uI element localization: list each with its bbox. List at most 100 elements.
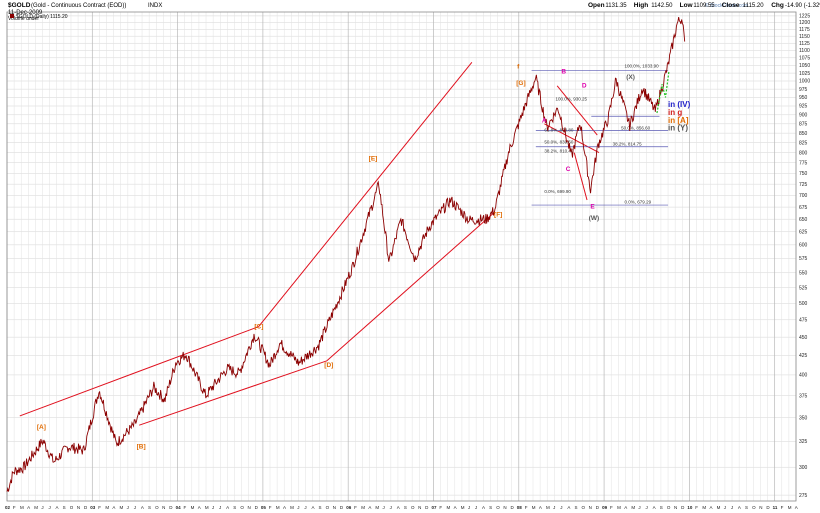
x-month-label: N	[759, 505, 762, 510]
wave-label: [C]	[254, 324, 263, 331]
y-tick-label: 1125	[799, 41, 810, 47]
wave-label: E	[590, 204, 595, 211]
x-month-label: F	[184, 505, 187, 510]
x-year-label: 03	[90, 505, 96, 510]
ohlc-value: 1131.35	[605, 3, 627, 9]
x-month-label: M	[361, 505, 365, 510]
y-tick-label: 525	[799, 285, 808, 291]
x-month-label: S	[745, 505, 748, 510]
x-month-label: M	[617, 505, 621, 510]
y-tick-label: 575	[799, 256, 808, 262]
x-month-label: A	[624, 505, 627, 510]
gold-price-chart: $GOLD (Gold - Continuous Contract (EOD))…	[0, 0, 820, 513]
ohlc-value: 1142.50	[651, 3, 673, 9]
x-month-label: J	[134, 505, 136, 510]
x-month-label: M	[120, 505, 124, 510]
legend-swatch	[10, 14, 14, 18]
x-month-label: A	[27, 505, 30, 510]
x-month-label: N	[674, 505, 677, 510]
x-year-label: 08	[517, 505, 523, 510]
x-month-label: A	[198, 505, 201, 510]
y-tick-label: 1150	[799, 34, 810, 40]
x-month-label: A	[283, 505, 286, 510]
x-month-label: M	[34, 505, 38, 510]
x-month-label: A	[539, 505, 542, 510]
y-tick-label: 725	[799, 182, 808, 188]
wave-label: [B]	[137, 444, 146, 451]
y-tick-label: 850	[799, 131, 808, 137]
y-tick-label: 700	[799, 193, 808, 199]
x-month-label: J	[212, 505, 214, 510]
x-month-label: J	[127, 505, 129, 510]
x-month-label: A	[311, 505, 314, 510]
y-tick-label: 325	[799, 439, 808, 445]
x-year-label: 11	[773, 505, 778, 510]
y-tick-label: 475	[799, 317, 808, 323]
x-month-label: F	[610, 505, 613, 510]
x-month-label: M	[447, 505, 451, 510]
ohlc-readout: Open 1131.35 High 1142.50 Low 1109.55 Close 111…	[588, 2, 820, 9]
x-month-label: J	[48, 505, 50, 510]
y-tick-label: 625	[799, 229, 808, 235]
y-tick-label: 875	[799, 122, 808, 128]
x-month-label: F	[354, 505, 357, 510]
x-month-label: M	[788, 505, 792, 510]
x-month-label: M	[461, 505, 465, 510]
x-year-label: 05	[261, 505, 267, 510]
x-month-label: M	[205, 505, 209, 510]
y-tick-label: 1225	[799, 14, 810, 20]
x-month-label: S	[319, 505, 322, 510]
x-month-label: O	[326, 505, 330, 510]
x-month-label: F	[98, 505, 101, 510]
y-tick-label: 1025	[799, 71, 810, 77]
x-month-label: J	[304, 505, 306, 510]
fib-label: 61.8%, 868.80	[544, 127, 574, 132]
y-tick-label: 1000	[799, 79, 810, 85]
x-month-label: S	[660, 505, 663, 510]
x-month-label: A	[56, 505, 59, 510]
fib-label: 50.0%, 856.60	[621, 125, 651, 130]
wave-label: in (Y)	[668, 124, 688, 133]
fib-label: 38.2%, 814.75	[613, 141, 643, 146]
x-month-label: J	[468, 505, 470, 510]
x-month-label: F	[269, 505, 272, 510]
x-month-label: S	[574, 505, 577, 510]
x-month-label: S	[63, 505, 66, 510]
fib-label: 100.0%, 930.25	[555, 97, 587, 102]
x-month-label: M	[20, 505, 24, 510]
x-month-label: N	[162, 505, 165, 510]
y-tick-label: 1075	[799, 56, 810, 62]
instrument-name: (Gold - Continuous Contract (EOD))	[31, 3, 126, 9]
wave-label: C	[566, 166, 571, 173]
ohlc-label: Low	[680, 2, 694, 9]
y-tick-label: 650	[799, 217, 808, 223]
y-tick-label: 275	[799, 493, 808, 499]
x-year-label: 09	[602, 505, 608, 510]
wave-label: [F]	[494, 212, 502, 219]
x-month-label: S	[233, 505, 236, 510]
x-month-label: N	[418, 505, 421, 510]
symbol-label: $GOLD	[8, 2, 31, 9]
x-month-label: M	[276, 505, 280, 510]
x-month-label: S	[148, 505, 151, 510]
x-month-label: O	[411, 505, 415, 510]
x-month-label: A	[141, 505, 144, 510]
x-month-label: S	[404, 505, 407, 510]
x-month-label: J	[646, 505, 648, 510]
x-month-label: O	[752, 505, 756, 510]
x-month-label: N	[503, 505, 506, 510]
x-month-label: O	[667, 505, 671, 510]
y-tick-label: 675	[799, 205, 808, 211]
x-month-label: O	[496, 505, 500, 510]
x-month-label: F	[439, 505, 442, 510]
y-tick-label: 425	[799, 353, 808, 359]
x-month-label: M	[290, 505, 294, 510]
x-month-label: A	[482, 505, 485, 510]
wave-label: A	[542, 118, 547, 125]
x-month-label: A	[226, 505, 229, 510]
x-month-label: N	[77, 505, 80, 510]
exchange-label: INDX	[148, 3, 162, 9]
x-month-label: J	[560, 505, 562, 510]
x-year-label: 07	[431, 505, 437, 510]
fib-label: 0.0%, 699.90	[544, 189, 571, 194]
